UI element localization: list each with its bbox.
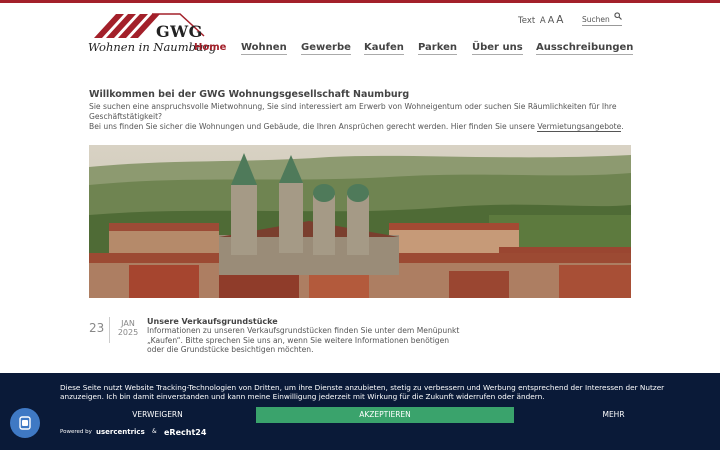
- search-icon[interactable]: [614, 12, 622, 20]
- page-title: Willkommen bei der GWG Wohnungsgesellsch…: [89, 89, 410, 100]
- text-size-control: Text AAA: [518, 14, 565, 26]
- news-title[interactable]: Unsere Verkaufsgrundstücke: [147, 317, 278, 326]
- news-body: Informationen zu unseren Verkaufsgrundst…: [147, 326, 460, 354]
- intro-period: .: [621, 122, 624, 131]
- nav-gewerbe[interactable]: Gewerbe: [301, 42, 351, 55]
- cookie-text: Diese Seite nutzt Website Tracking-Techn…: [60, 383, 665, 401]
- vermietungsangebote-link[interactable]: Vermietungsangebote: [537, 122, 622, 132]
- ampersand: &: [152, 428, 157, 435]
- powered-by-label: Powered by: [60, 429, 92, 435]
- news-date-month: JAN: [121, 319, 135, 328]
- nav-wohnen[interactable]: Wohnen: [241, 42, 287, 55]
- news-date-day: 23: [89, 321, 105, 335]
- logo-text: GWG: [156, 22, 203, 41]
- text-size-medium[interactable]: A: [548, 15, 555, 26]
- nav-parken[interactable]: Parken: [418, 42, 458, 55]
- intro-text: Sie suchen eine anspruchsvolle Mietwohnu…: [89, 102, 632, 132]
- news-date-year: 2025: [117, 328, 139, 337]
- erecht24-logo[interactable]: eRecht24: [164, 428, 206, 437]
- intro-paragraph-1: Sie suchen eine anspruchsvolle Mietwohnu…: [89, 102, 617, 121]
- hero-image-naumburg-cathedral: [89, 145, 631, 298]
- top-accent-bar: [0, 0, 720, 3]
- intro-paragraph-2-text: Bei uns finden Sie sicher die Wohnungen …: [89, 122, 538, 131]
- privacy-settings-button[interactable]: [10, 408, 40, 438]
- nav-ueber-uns[interactable]: Über uns: [472, 42, 523, 55]
- news-date-divider: [109, 317, 110, 343]
- text-size-large[interactable]: A: [556, 14, 563, 26]
- deny-button[interactable]: VERWEIGERN: [100, 407, 215, 423]
- usercentrics-logo[interactable]: usercentrics: [96, 428, 145, 436]
- fingerprint-icon: [19, 416, 31, 430]
- text-size-label: Text: [518, 16, 536, 26]
- accept-button[interactable]: AKZEPTIEREN: [256, 407, 514, 423]
- nav-ausschreibungen[interactable]: Ausschreibungen: [536, 42, 634, 55]
- nav-kaufen[interactable]: Kaufen: [364, 42, 404, 55]
- more-button[interactable]: MEHR: [556, 407, 671, 423]
- intro-paragraph-2: Bei uns finden Sie sicher die Wohnungen …: [89, 122, 632, 132]
- text-size-small[interactable]: A: [540, 16, 546, 26]
- nav-home[interactable]: Home: [194, 42, 226, 54]
